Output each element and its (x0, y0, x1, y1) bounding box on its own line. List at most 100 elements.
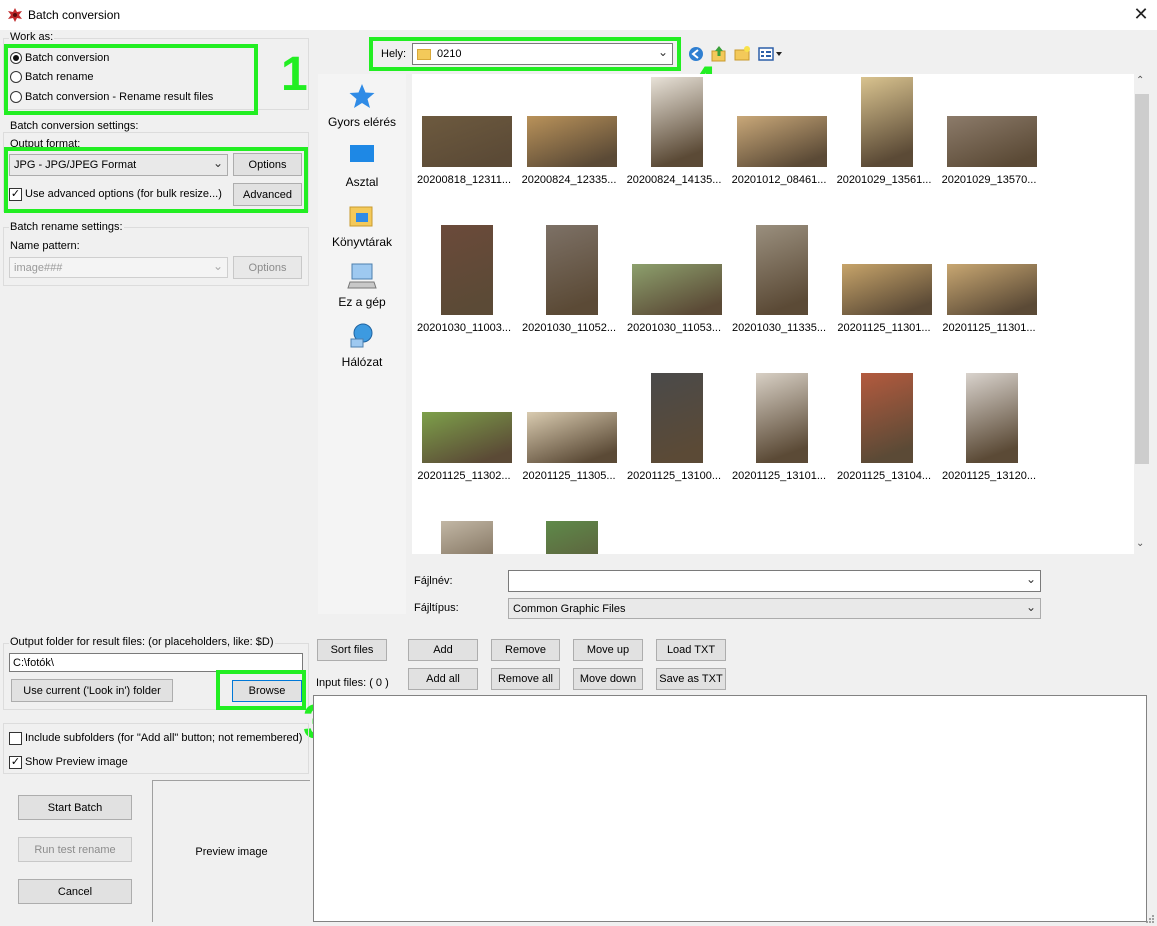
file-name: 20201125_13101... (732, 470, 826, 482)
file-thumbnail[interactable]: 20201012_08461... (727, 74, 831, 214)
file-thumbnail-view[interactable]: 20200818_12311... 20200824_12335... 202008… (412, 74, 1134, 554)
place-desktop[interactable]: Asztal (318, 142, 406, 189)
show-preview-checkbox[interactable]: ✓ Show Preview image (9, 753, 128, 771)
place-this-pc[interactable]: Ez a gép (318, 262, 406, 309)
thumbnail-image (861, 373, 913, 463)
thumbnail-image (756, 225, 808, 315)
file-thumbnail[interactable]: 20201125_11301... (937, 222, 1041, 362)
thumbnail-image (632, 264, 722, 315)
add-all-button[interactable]: Add all (408, 668, 478, 690)
new-folder-icon[interactable] (734, 45, 751, 61)
resize-grip-icon[interactable] (1143, 912, 1155, 924)
name-pattern-select[interactable]: image### ⌄ (9, 257, 228, 278)
file-thumbnail[interactable]: 20201125_13100... (622, 370, 726, 510)
file-name: 20201029_13570... (941, 174, 1037, 186)
file-thumbnail[interactable]: 20201125_13104... (832, 370, 936, 510)
move-up-button[interactable]: Move up (573, 639, 643, 661)
title-bar (0, 0, 1157, 30)
file-name: 20201125_11301... (942, 322, 1036, 334)
chevron-down-icon: ⌄ (1025, 600, 1036, 614)
file-thumbnail[interactable]: 20200818_12311... (412, 74, 516, 214)
filetype-value: Common Graphic Files (513, 602, 626, 615)
conversion-settings-label: Batch conversion settings: (9, 120, 140, 132)
app-logo-icon (8, 8, 22, 22)
remove-button[interactable]: Remove (491, 639, 560, 661)
rename-options-button[interactable]: Options (233, 256, 302, 279)
start-batch-button[interactable]: Start Batch (18, 795, 132, 820)
file-name: 20201125_11302... (417, 470, 511, 482)
file-thumbnail[interactable]: 20201125_13101... (727, 370, 831, 510)
chevron-down-icon: ⌄ (212, 259, 223, 273)
file-thumbnail[interactable]: 20201125_11305... (517, 370, 621, 510)
file-thumbnail[interactable]: 20200824_14135... (622, 74, 726, 214)
thumbnail-image (966, 373, 1018, 463)
file-thumbnail[interactable]: 20200824_12335... (517, 74, 621, 214)
place-label: Gyors elérés (327, 115, 397, 129)
add-button[interactable]: Add (408, 639, 478, 661)
highlight-box-4 (369, 37, 681, 71)
scroll-down-icon[interactable]: ⌄ (1136, 538, 1144, 549)
file-name: 20201125_13120... (942, 470, 1036, 482)
file-thumbnail[interactable]: 20201030_11052... (517, 222, 621, 362)
filetype-select[interactable]: Common Graphic Files ⌄ (508, 598, 1041, 619)
move-down-button[interactable]: Move down (573, 668, 643, 690)
thumbnail-image (422, 412, 512, 463)
name-pattern-label: Name pattern: (10, 240, 80, 252)
file-thumbnail[interactable]: 20201029_13561... (832, 74, 936, 214)
scrollbar-thumb[interactable] (1135, 94, 1149, 464)
place-network[interactable]: Hálózat (318, 322, 406, 369)
check-icon[interactable]: ✓ (9, 755, 22, 769)
thumbnail-image (861, 77, 913, 167)
view-menu-icon[interactable] (758, 47, 784, 61)
use-current-folder-button[interactable]: Use current ('Look in') folder (11, 679, 173, 702)
checkbox-box[interactable] (9, 731, 22, 745)
scroll-up-icon[interactable]: ⌃ (1136, 75, 1144, 86)
file-name: 20201029_13561... (836, 174, 932, 186)
close-icon[interactable]: ✕ (1130, 4, 1152, 26)
thumbnail-image (527, 412, 617, 463)
input-files-list[interactable] (313, 695, 1147, 922)
sort-files-button[interactable]: Sort files (317, 639, 387, 661)
computer-icon (347, 263, 377, 289)
thumbnail-image (947, 116, 1037, 167)
include-subfolders-checkbox[interactable]: Include subfolders (for "Add all" button… (9, 729, 302, 747)
filename-combo[interactable]: ⌄ (508, 570, 1041, 592)
chevron-down-icon[interactable]: ⌄ (1026, 572, 1036, 586)
file-thumbnail[interactable] (412, 518, 516, 554)
back-icon[interactable] (688, 46, 704, 62)
load-txt-button[interactable]: Load TXT (656, 639, 726, 661)
file-thumbnail[interactable]: 20201030_11003... (412, 222, 516, 362)
up-folder-icon[interactable] (711, 45, 727, 62)
place-label: Hálózat (341, 355, 383, 369)
thumbnail-image (546, 225, 598, 315)
work-as-label: Work as: (9, 31, 55, 43)
place-libraries[interactable]: Könyvtárak (318, 202, 406, 249)
cancel-button[interactable]: Cancel (18, 879, 132, 904)
file-thumbnail[interactable]: 20201125_11302... (412, 370, 516, 510)
run-test-rename-button[interactable]: Run test rename (18, 837, 132, 862)
file-thumbnail[interactable]: 20201030_11053... (622, 222, 726, 362)
remove-all-button[interactable]: Remove all (491, 668, 560, 690)
desktop-icon (350, 145, 374, 162)
checkbox-label: Include subfolders (for "Add all" button… (25, 732, 303, 744)
file-name: 20201030_11003... (417, 322, 511, 334)
file-thumbnail[interactable]: 20201029_13570... (937, 74, 1041, 214)
thumbnail-scrollbar[interactable]: ⌃ ⌄ (1134, 74, 1150, 554)
place-quick-access[interactable]: Gyors elérés (318, 82, 406, 129)
thumbnail-image (842, 264, 932, 315)
save-as-txt-button[interactable]: Save as TXT (656, 668, 726, 690)
thumbnail-image (422, 116, 512, 167)
highlight-box-3 (216, 670, 306, 710)
thumbnail-image (756, 373, 808, 463)
place-label: Könyvtárak (331, 235, 393, 249)
window-title: Batch conversion (28, 8, 121, 22)
file-thumbnail[interactable]: 20201125_13120... (937, 370, 1041, 510)
file-thumbnail[interactable] (517, 518, 621, 554)
filetype-label: Fájltípus: (414, 602, 459, 614)
filename-label: Fájlnév: (414, 575, 453, 587)
libraries-icon (349, 206, 373, 227)
file-thumbnail[interactable]: 20201125_11301... (832, 222, 936, 362)
file-thumbnail[interactable]: 20201030_11335... (727, 222, 831, 362)
preview-label: Preview image (195, 845, 268, 858)
thumbnail-image (947, 264, 1037, 315)
